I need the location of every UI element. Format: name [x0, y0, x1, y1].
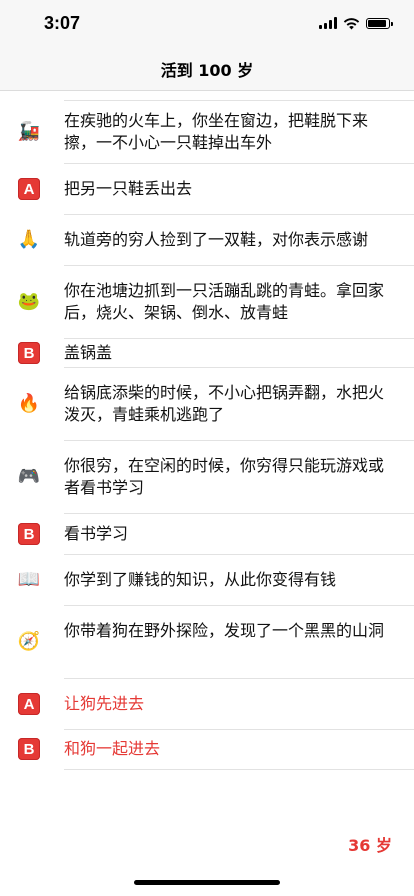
event-row: 🎮 你很穷，在空闲的时候，你穷得只能玩游戏或者看书学习: [0, 440, 414, 513]
train-icon: 🚂: [17, 121, 41, 142]
age-counter: 36 岁: [348, 836, 392, 855]
option-label: 把另一只鞋丢出去: [64, 179, 193, 198]
game-controller-icon: 🎮: [17, 466, 41, 487]
option-badge-a: A: [18, 178, 40, 200]
option-label: 看书学习: [64, 524, 129, 543]
event-text: 轨道旁的穷人捡到了一双鞋，对你表示感谢: [64, 230, 369, 249]
event-row[interactable]: B 和狗一起进去: [0, 729, 414, 769]
cellular-signal-icon: [319, 17, 337, 29]
frog-icon: 🐸: [17, 291, 41, 312]
option-badge-a: A: [18, 693, 40, 715]
wifi-icon: [343, 17, 360, 29]
event-row: 🔥 给锅底添柴的时候，不小心把锅弄翻，水把火泼灭，青蛙乘机逃跑了: [0, 367, 414, 440]
navigation-bar: 活到 100 岁: [0, 48, 414, 91]
page-title: 活到 100 岁: [160, 61, 254, 80]
event-row: 🚂 在疾驰的火车上，你坐在窗边，把鞋脱下来擦，一不小心一只鞋掉出车外: [0, 101, 414, 163]
event-row[interactable]: A 让狗先进去: [0, 678, 414, 729]
event-row: 🧭 你带着狗在野外探险，发现了一个黑黑的山洞: [0, 605, 414, 678]
event-row: 🐸 你在池塘边抓到一只活蹦乱跳的青蛙。拿回家后，烧火、架锅、倒水、放青蛙: [0, 265, 414, 338]
option-badge-b: B: [18, 738, 40, 760]
event-row: 🙏 轨道旁的穷人捡到了一双鞋，对你表示感谢: [0, 214, 414, 265]
option-badge-b: B: [18, 342, 40, 364]
option-label: 让狗先进去: [64, 694, 145, 713]
option-badge-b: B: [18, 523, 40, 545]
event-text: 你带着狗在野外探险，发现了一个黑黑的山洞: [64, 621, 385, 640]
event-text: 在疾驰的火车上，你坐在窗边，把鞋脱下来擦，一不小心一只鞋掉出车外: [64, 111, 369, 152]
option-label: 盖锅盖: [64, 343, 113, 362]
event-row[interactable]: B 盖锅盖: [0, 338, 414, 367]
list-divider: [64, 769, 414, 770]
folded-hands-icon: 🙏: [17, 229, 41, 250]
status-time: 3:07: [44, 13, 81, 33]
home-indicator[interactable]: [134, 880, 280, 885]
event-row: 📖 你学到了赚钱的知识，从此你变得有钱: [0, 554, 414, 605]
fire-icon: 🔥: [17, 393, 41, 414]
battery-level: [368, 19, 386, 27]
open-book-icon: 📖: [17, 569, 41, 590]
event-text: 给锅底添柴的时候，不小心把锅弄翻，水把火泼灭，青蛙乘机逃跑了: [64, 383, 385, 424]
event-row[interactable]: A 把另一只鞋丢出去: [0, 163, 414, 214]
option-label: 和狗一起进去: [64, 739, 161, 758]
status-icons: [319, 15, 393, 31]
compass-icon: 🧭: [17, 631, 41, 652]
battery-icon: [366, 17, 393, 29]
event-text: 你在池塘边抓到一只活蹦乱跳的青蛙。拿回家后，烧火、架锅、倒水、放青蛙: [64, 281, 385, 322]
event-row[interactable]: B 看书学习: [0, 513, 414, 554]
event-text: 你学到了赚钱的知识，从此你变得有钱: [64, 570, 337, 589]
event-text: 你很穷，在空闲的时候，你穷得只能玩游戏或者看书学习: [64, 456, 385, 497]
status-bar: 3:07: [0, 0, 414, 48]
